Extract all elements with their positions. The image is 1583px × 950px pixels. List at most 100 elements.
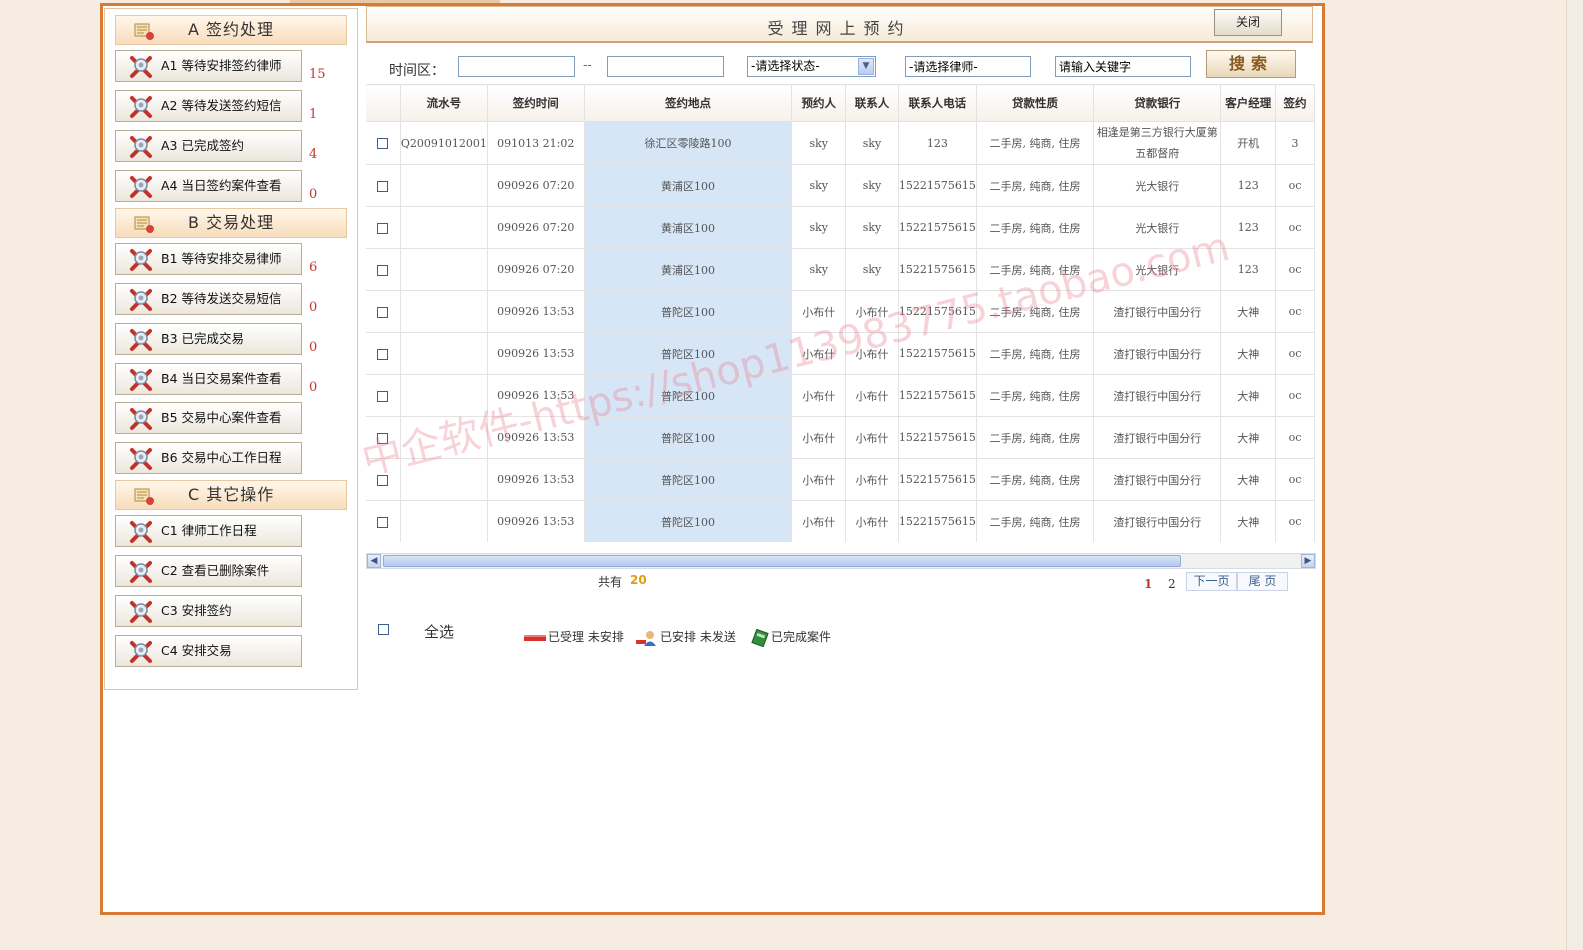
appointments-table-container: 流水号 签约时间 签约地点 预约人 联系人 联系人电话 贷款性质 贷款银行 客户… (366, 84, 1315, 542)
row-checkbox[interactable] (377, 180, 389, 192)
page-link-2[interactable]: 2 (1168, 577, 1176, 591)
scroll-left-icon[interactable]: ◀ (367, 554, 381, 568)
close-button[interactable]: 关闭 (1214, 9, 1282, 36)
serial-cell (400, 332, 488, 375)
status-select[interactable]: -请选择状态- ▼ (747, 56, 876, 77)
time-range-label: 时间区： (389, 63, 445, 79)
sidebar-menu-button[interactable]: B5 交易中心案件查看 (115, 402, 302, 434)
row-checkbox[interactable] (377, 516, 389, 528)
column-header[interactable]: 签约地点 (584, 84, 793, 122)
search-button[interactable]: 搜索 (1206, 50, 1296, 78)
sidebar-menu-button[interactable]: B2 等待发送交易短信 (115, 283, 302, 315)
sidebar-menu-button[interactable]: C2 查看已删除案件 (115, 555, 302, 587)
table-row[interactable]: 090926 13:53 普陀区100 小布什 小布什 15221575615 二手房, … (366, 500, 1315, 542)
column-header[interactable]: 联系人电话 (898, 84, 977, 122)
row-checkbox[interactable] (377, 390, 389, 402)
location-cell: 徐汇区零陵路100 (584, 121, 793, 165)
contact-cell: sky (845, 121, 899, 165)
row-checkbox[interactable] (377, 306, 389, 318)
date-from-input[interactable] (458, 56, 575, 77)
row-checkbox[interactable] (377, 348, 389, 360)
row-checkbox[interactable] (377, 138, 389, 149)
loan-type-cell: 二手房, 纯商, 住房 (976, 290, 1095, 333)
scroll-thumb[interactable] (383, 555, 1181, 567)
row-checkbox[interactable] (377, 474, 389, 486)
page-vertical-scrollbar[interactable] (1566, 0, 1583, 950)
booker-cell: 小布什 (791, 290, 847, 333)
chevron-down-icon[interactable]: ▼ (858, 58, 874, 75)
serial-cell (400, 500, 488, 542)
sidebar-menu-button[interactable]: B4 当日交易案件查看 (115, 363, 302, 395)
table-horizontal-scrollbar[interactable]: ◀ ▶ (366, 553, 1316, 569)
column-header[interactable]: 签约 (1275, 84, 1315, 122)
loan-type-cell: 二手房, 纯商, 住房 (976, 500, 1095, 542)
time-cell: 090926 13:53 (487, 416, 585, 459)
table-row[interactable]: 090926 13:53 普陀区100 小布什 小布什 15221575615 二手房, … (366, 290, 1315, 333)
keyword-input[interactable] (1055, 56, 1191, 77)
sidebar-menu-button[interactable]: A1 等待安排签约律师 (115, 50, 302, 82)
sidebar-menu-button[interactable]: B6 交易中心工作日程 (115, 442, 302, 474)
table-row[interactable]: 090926 13:53 普陀区100 小布什 小布什 15221575615 二手房, … (366, 332, 1315, 375)
table-row[interactable]: 090926 13:53 普陀区100 小布什 小布什 15221575615 二手房, … (366, 458, 1315, 501)
phone-cell: 15221575615 (898, 332, 977, 375)
column-header[interactable]: 贷款银行 (1093, 84, 1222, 122)
table-row[interactable]: Q20091012001 091013 21:02 徐汇区零陵路100 sky sky 1… (366, 121, 1315, 165)
manager-cell: 123 (1220, 164, 1276, 207)
menu-label: A4 当日签约案件查看 (161, 178, 282, 193)
sidebar-menu-button[interactable]: A4 当日签约案件查看 (115, 170, 302, 202)
date-to-input[interactable] (607, 56, 724, 77)
last-page-button[interactable]: 尾 页 (1237, 572, 1288, 591)
row-checkbox[interactable] (377, 264, 389, 276)
table-row[interactable]: 090926 13:53 普陀区100 小布什 小布什 15221575615 二手房, … (366, 416, 1315, 459)
select-all-label: 全选 (424, 623, 455, 641)
sidebar-menu-button[interactable]: B1 等待安排交易律师 (115, 243, 302, 275)
next-page-button[interactable]: 下一页 (1186, 572, 1237, 591)
serial-cell (400, 248, 488, 291)
header-checkbox-cell (366, 84, 401, 122)
menu-label: C3 安排签约 (161, 603, 232, 618)
column-header[interactable]: 客户经理 (1220, 84, 1276, 122)
menu-count: 0 (309, 340, 318, 355)
column-header[interactable]: 预约人 (791, 84, 847, 122)
serial-cell (400, 416, 488, 459)
bank-cell: 渣打银行中国分行 (1093, 332, 1222, 375)
row-checkbox-cell (366, 332, 401, 375)
legend-completed: 已完成案件 (751, 628, 831, 647)
time-cell: 090926 13:53 (487, 332, 585, 375)
column-header[interactable]: 签约时间 (487, 84, 585, 122)
legend-label: 已受理 未安排 (548, 630, 624, 644)
table-row[interactable]: 090926 07:20 黄浦区100 sky sky 15221575615 二手房, … (366, 206, 1315, 249)
sidebar-menu-button[interactable]: C4 安排交易 (115, 635, 302, 667)
select-all-checkbox[interactable] (378, 624, 389, 635)
loan-type-cell: 二手房, 纯商, 住房 (976, 458, 1095, 501)
row-checkbox[interactable] (377, 432, 389, 444)
column-header[interactable]: 流水号 (400, 84, 488, 122)
sidebar-menu-button[interactable]: C3 安排签约 (115, 595, 302, 627)
contact-cell: 小布什 (845, 500, 899, 542)
row-checkbox[interactable] (377, 222, 389, 234)
sidebar-menu-button[interactable]: B3 已完成交易 (115, 323, 302, 355)
serial-cell: Q20091012001 (400, 121, 488, 165)
table-row[interactable]: 090926 13:53 普陀区100 小布什 小布什 15221575615 二手房, … (366, 374, 1315, 417)
table-row[interactable]: 090926 07:20 黄浦区100 sky sky 15221575615 二手房, … (366, 248, 1315, 291)
menu-count: 0 (309, 380, 318, 395)
table-row[interactable]: 090926 07:20 黄浦区100 sky sky 15221575615 二手房, … (366, 164, 1315, 207)
tools-icon (128, 95, 158, 119)
tools-icon (128, 288, 158, 312)
serial-cell (400, 290, 488, 333)
manager-cell: 123 (1220, 206, 1276, 249)
section-title: A 签约处理 (188, 20, 275, 39)
sidebar-menu-button[interactable]: A2 等待发送签约短信 (115, 90, 302, 122)
tools-icon (128, 560, 158, 584)
column-header[interactable]: 联系人 (845, 84, 899, 122)
sidebar-menu-button[interactable]: C1 律师工作日程 (115, 515, 302, 547)
loan-type-cell: 二手房, 纯商, 住房 (976, 416, 1095, 459)
time-cell: 090926 07:20 (487, 164, 585, 207)
total-count: 20 (630, 573, 647, 587)
menu-count: 6 (309, 260, 318, 275)
lawyer-input[interactable] (905, 56, 1031, 77)
legend-arranged: 已安排 未发送 (636, 628, 736, 646)
column-header[interactable]: 贷款性质 (976, 84, 1095, 122)
sidebar-menu-button[interactable]: A3 已完成签约 (115, 130, 302, 162)
scroll-right-icon[interactable]: ▶ (1301, 554, 1315, 568)
